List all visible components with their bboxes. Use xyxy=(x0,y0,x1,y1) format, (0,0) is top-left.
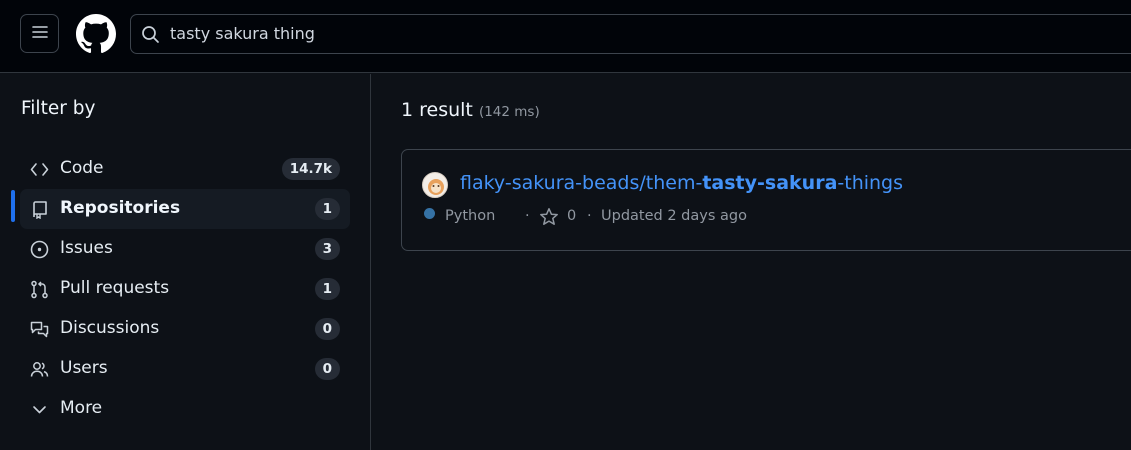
updated-label: Updated 2 days ago xyxy=(601,208,747,224)
chevron-down-icon xyxy=(30,400,49,419)
filter-item-code[interactable]: Code 14.7k xyxy=(20,149,350,189)
star-count[interactable]: 0 xyxy=(567,208,576,224)
search-input[interactable]: tasty sakura thing xyxy=(130,14,1131,54)
top-header: tasty sakura thing xyxy=(0,0,1131,73)
filter-item-more[interactable]: More xyxy=(20,389,350,429)
pull-request-icon xyxy=(30,280,49,299)
star-icon[interactable] xyxy=(539,207,559,231)
results-count: 1 result xyxy=(401,99,473,121)
repo-link[interactable]: flaky-sakura-beads/them-tasty-sakura-thi… xyxy=(460,172,903,194)
repo-name-highlight: sakura xyxy=(764,172,838,194)
users-icon xyxy=(30,360,49,379)
filter-item-label: Users xyxy=(60,358,108,378)
count-badge: 14.7k xyxy=(281,158,340,180)
repo-name-separator: - xyxy=(757,172,765,194)
filter-item-repositories[interactable]: Repositories 1 xyxy=(20,189,350,229)
filter-item-users[interactable]: Users 0 xyxy=(20,349,350,389)
count-badge: 0 xyxy=(314,358,340,380)
selected-indicator xyxy=(11,190,15,222)
filter-item-label: Pull requests xyxy=(60,278,170,298)
count-badge: 0 xyxy=(314,318,340,340)
hamburger-icon xyxy=(31,23,49,45)
search-query[interactable]: tasty sakura thing xyxy=(170,24,315,43)
count-badge: 1 xyxy=(314,198,340,220)
results-heading: 1 result (142 ms) xyxy=(401,99,540,121)
filter-item-issues[interactable]: Issues 3 xyxy=(20,229,350,269)
filter-item-pull-requests[interactable]: Pull requests 1 xyxy=(20,269,350,309)
issue-icon xyxy=(30,240,49,259)
results-time: (142 ms) xyxy=(478,104,540,120)
language-label: Python xyxy=(445,208,496,224)
language-color-dot xyxy=(424,208,435,219)
avatar[interactable] xyxy=(422,172,448,198)
code-icon xyxy=(30,160,49,179)
discussion-icon xyxy=(30,320,49,339)
count-badge: 1 xyxy=(314,278,340,300)
meta-separator: · xyxy=(587,208,592,224)
meta-separator: · xyxy=(525,208,530,224)
search-icon xyxy=(141,25,160,48)
result-card: flaky-sakura-beads/them-tasty-sakura-thi… xyxy=(401,149,1131,251)
repo-name-highlight: tasty xyxy=(702,172,758,194)
filter-item-label: More xyxy=(60,398,103,418)
count-badge: 3 xyxy=(314,238,340,260)
repo-name-prefix: flaky-sakura-beads/them- xyxy=(460,172,703,194)
filter-item-label: Repositories xyxy=(60,198,181,218)
filter-title: Filter by xyxy=(21,98,96,119)
repo-name-suffix: -things xyxy=(837,172,904,194)
filter-item-label: Issues xyxy=(60,238,113,258)
repo-icon xyxy=(30,200,49,219)
filter-item-discussions[interactable]: Discussions 0 xyxy=(20,309,350,349)
menu-button[interactable] xyxy=(20,14,59,53)
filter-item-label: Discussions xyxy=(60,318,160,338)
github-logo-icon[interactable] xyxy=(76,14,116,54)
filter-item-label: Code xyxy=(60,158,104,178)
